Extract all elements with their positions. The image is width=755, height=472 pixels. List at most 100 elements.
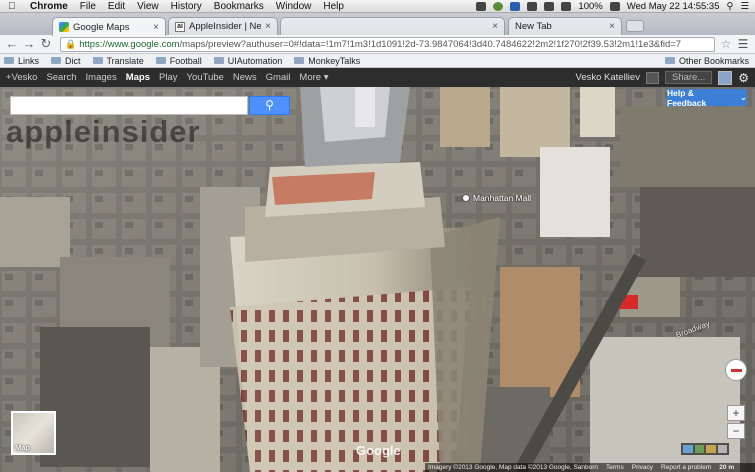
terms-link[interactable]: Terms bbox=[606, 464, 624, 471]
bookmark-other[interactable]: Other Bookmarks bbox=[664, 56, 749, 66]
tab-title: Google Maps bbox=[73, 21, 130, 33]
menu-window[interactable]: Window bbox=[276, 1, 312, 12]
apple-icon[interactable]:  bbox=[8, 1, 20, 12]
help-feedback-button[interactable]: Help & Feedback ⌄ bbox=[667, 88, 747, 108]
search-icon: ⚲ bbox=[265, 98, 274, 112]
google-logo: Google bbox=[356, 443, 401, 458]
privacy-link[interactable]: Privacy bbox=[632, 464, 653, 471]
chevron-down-icon: ⌄ bbox=[739, 92, 747, 102]
search-button[interactable]: ⚲ bbox=[249, 96, 290, 115]
spotlight-icon[interactable]: ⚲ bbox=[727, 1, 734, 12]
url-text[interactable]: https://www.google.com/maps/preview?auth… bbox=[79, 39, 710, 50]
battery-percent[interactable]: 100% bbox=[578, 1, 602, 12]
bookmark-label: Links bbox=[18, 55, 40, 66]
layers-strip[interactable] bbox=[681, 443, 729, 455]
close-icon[interactable]: × bbox=[609, 21, 615, 32]
gbar-play[interactable]: Play bbox=[159, 72, 177, 83]
gbar-plus[interactable]: +Vesko bbox=[6, 72, 37, 83]
chrome-menu-icon[interactable]: ☰ bbox=[736, 37, 750, 51]
tab-blank[interactable]: × bbox=[280, 17, 505, 35]
folder-icon bbox=[51, 57, 62, 64]
gbar-news[interactable]: News bbox=[233, 72, 257, 83]
menu-edit[interactable]: Edit bbox=[108, 1, 125, 12]
close-icon[interactable]: × bbox=[492, 21, 498, 32]
gbar-maps[interactable]: Maps bbox=[126, 72, 150, 83]
url-path: /maps/preview?authuser=0#!data=!1m7!1m3!… bbox=[179, 38, 682, 50]
gbar-youtube[interactable]: YouTube bbox=[186, 72, 223, 83]
wifi-icon[interactable] bbox=[544, 1, 555, 11]
google-maps-icon bbox=[59, 22, 69, 32]
forward-icon[interactable]: → bbox=[22, 37, 36, 51]
gbar-images[interactable]: Images bbox=[86, 72, 117, 83]
bookmark-monkeytalks[interactable]: MonkeyTalks bbox=[294, 56, 360, 66]
menu-app-chrome[interactable]: Chrome bbox=[30, 1, 68, 12]
layer-icon[interactable] bbox=[706, 445, 716, 453]
tab-google-maps[interactable]: Google Maps × bbox=[52, 17, 166, 36]
gbar-gmail[interactable]: Gmail bbox=[266, 72, 291, 83]
browser-toolbar: ← → ↻ 🔒 https://www.google.com/maps/prev… bbox=[0, 35, 755, 54]
bookmark-translate[interactable]: Translate bbox=[92, 55, 144, 66]
appleinsider-icon: ai bbox=[175, 21, 185, 32]
folder-icon bbox=[4, 57, 14, 64]
gbar-more[interactable]: More ▾ bbox=[299, 72, 328, 83]
url-host: https://www.google.com bbox=[79, 38, 180, 50]
reload-icon[interactable]: ↻ bbox=[39, 37, 53, 51]
layer-icon[interactable] bbox=[717, 445, 727, 453]
folder-icon bbox=[664, 57, 675, 64]
bookmark-dict[interactable]: Dict bbox=[51, 56, 81, 66]
battery-icon[interactable] bbox=[609, 1, 620, 11]
folder-icon bbox=[92, 57, 103, 64]
zoom-out-button[interactable]: − bbox=[727, 423, 745, 439]
bookmark-star-icon[interactable]: ☆ bbox=[719, 37, 733, 51]
notifications-button[interactable] bbox=[645, 71, 659, 84]
volume-icon[interactable] bbox=[561, 1, 572, 11]
close-icon[interactable]: × bbox=[265, 21, 271, 32]
user-name[interactable]: Vesko Katelliev bbox=[576, 72, 640, 83]
map-footer: Imagery ©2013 Google, Map data ©2013 Goo… bbox=[425, 463, 755, 472]
menu-view[interactable]: View bbox=[137, 1, 159, 12]
close-icon[interactable]: × bbox=[153, 22, 159, 33]
tab-appleinsider[interactable]: ai AppleInsider | News and ru × bbox=[168, 17, 278, 35]
layer-icon[interactable] bbox=[694, 445, 704, 453]
status-icon[interactable] bbox=[476, 1, 487, 11]
tab-title: New Tab bbox=[515, 21, 552, 32]
zoom-in-button[interactable]: + bbox=[727, 405, 745, 421]
menu-history[interactable]: History bbox=[171, 1, 202, 12]
dropbox-icon[interactable] bbox=[510, 1, 521, 11]
notification-center-icon[interactable]: ☰ bbox=[740, 1, 749, 12]
report-problem-link[interactable]: Report a problem bbox=[661, 464, 711, 471]
address-bar[interactable]: 🔒 https://www.google.com/maps/preview?au… bbox=[60, 36, 715, 52]
bluetooth-icon[interactable] bbox=[527, 1, 538, 11]
poi-manhattan-mall[interactable]: Manhattan Mall bbox=[462, 193, 531, 203]
gear-icon[interactable]: ⚙ bbox=[738, 71, 749, 85]
tab-new-tab[interactable]: New Tab × bbox=[508, 17, 622, 35]
map-viewport[interactable]: appleinsider ⚲ Help & Feedback ⌄ Manhatt… bbox=[0, 87, 755, 472]
layer-icon[interactable] bbox=[683, 445, 693, 453]
gbar-search[interactable]: Search bbox=[46, 72, 76, 83]
folder-icon bbox=[294, 57, 305, 64]
new-tab-button[interactable] bbox=[626, 20, 644, 32]
sync-icon[interactable] bbox=[493, 1, 504, 11]
menu-bookmarks[interactable]: Bookmarks bbox=[214, 1, 264, 12]
menu-file[interactable]: File bbox=[80, 1, 96, 12]
bookmark-label: MonkeyTalks bbox=[308, 55, 361, 66]
bookmark-football[interactable]: Football bbox=[155, 55, 202, 66]
scale-label: 20 m bbox=[719, 464, 735, 471]
map-type-toggle[interactable]: Map bbox=[11, 411, 56, 455]
bookmark-uiautomation[interactable]: UIAutomation bbox=[213, 56, 282, 66]
bookmark-links[interactable]: Links bbox=[4, 56, 39, 66]
compass-icon[interactable] bbox=[725, 359, 747, 381]
bookmark-label: Football bbox=[169, 55, 202, 66]
bookmark-label: Translate bbox=[106, 55, 144, 66]
tab-strip: Google Maps × ai AppleInsider | News and… bbox=[0, 13, 755, 36]
mac-menu-bar:  Chrome File Edit View History Bookmark… bbox=[0, 0, 755, 13]
imagery-credit: Imagery ©2013 Google, Map data ©2013 Goo… bbox=[428, 464, 599, 471]
menu-help[interactable]: Help bbox=[323, 1, 344, 12]
avatar[interactable] bbox=[718, 70, 733, 85]
lock-icon[interactable]: 🔒 bbox=[65, 39, 76, 50]
share-button[interactable]: Share... bbox=[664, 71, 713, 84]
folder-icon bbox=[213, 57, 224, 64]
clock[interactable]: Wed May 22 14:55:35 bbox=[627, 1, 720, 12]
back-icon[interactable]: ← bbox=[5, 37, 19, 51]
search-input[interactable] bbox=[10, 96, 248, 115]
